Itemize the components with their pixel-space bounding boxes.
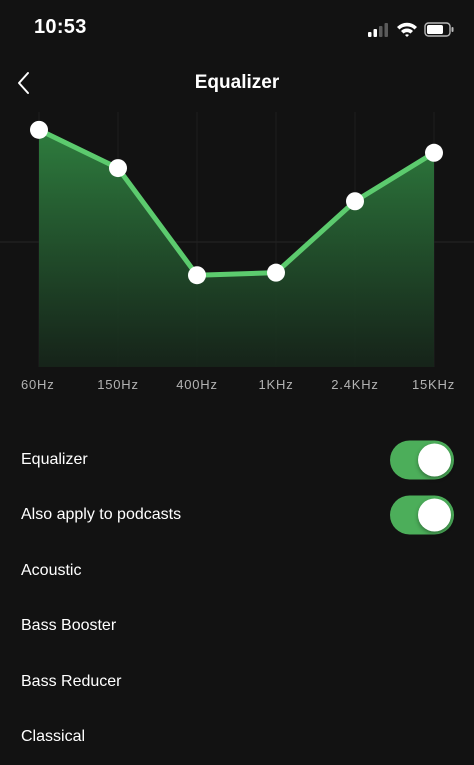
settings-list: Equalizer Also apply to podcasts Acousti…	[0, 432, 474, 765]
toggle-knob	[418, 499, 451, 532]
preset-bass-reducer[interactable]: Bass Reducer	[0, 654, 474, 710]
equalizer-graph[interactable]: 60Hz 150Hz 400Hz 1KHz 2.4KHz 15KHz	[0, 112, 474, 402]
page-title: Equalizer	[0, 72, 474, 94]
equalizer-toggle[interactable]	[390, 440, 454, 479]
eq-band-knob-150hz[interactable]	[109, 159, 127, 177]
battery-icon	[425, 23, 454, 36]
eq-band-knob-15khz[interactable]	[425, 144, 443, 162]
status-bar: 10:53	[0, 0, 474, 56]
eq-band-knob-2.4khz[interactable]	[346, 192, 364, 210]
nav-bar: Equalizer	[0, 56, 474, 112]
eq-area-fill	[39, 130, 434, 367]
preset-label: Acoustic	[21, 562, 81, 580]
eq-band-label: 2.4KHz	[331, 377, 378, 392]
eq-band-knob-60hz[interactable]	[30, 121, 48, 139]
status-time: 10:53	[34, 16, 87, 39]
wifi-icon	[397, 23, 417, 37]
preset-label: Bass Reducer	[21, 673, 122, 691]
preset-label: Classical	[21, 728, 85, 746]
eq-band-label: 15KHz	[412, 377, 455, 392]
eq-band-label: 60Hz	[21, 377, 55, 392]
podcasts-toggle[interactable]	[390, 496, 454, 535]
equalizer-toggle-row[interactable]: Equalizer	[0, 432, 474, 488]
preset-acoustic[interactable]: Acoustic	[0, 543, 474, 599]
eq-band-knob-400hz[interactable]	[188, 266, 206, 284]
preset-label: Bass Booster	[21, 617, 116, 635]
eq-band-label: 150Hz	[97, 377, 139, 392]
status-icons	[366, 18, 456, 40]
signal-icon	[368, 23, 388, 37]
preset-classical[interactable]: Classical	[0, 710, 474, 765]
eq-band-label: 1KHz	[259, 377, 294, 392]
preset-bass-booster[interactable]: Bass Booster	[0, 599, 474, 655]
eq-band-knob-1khz[interactable]	[267, 264, 285, 282]
eq-band-label: 400Hz	[176, 377, 218, 392]
podcasts-toggle-label: Also apply to podcasts	[21, 506, 181, 524]
equalizer-toggle-label: Equalizer	[21, 451, 88, 469]
podcasts-toggle-row[interactable]: Also apply to podcasts	[0, 488, 474, 544]
toggle-knob	[418, 443, 451, 476]
